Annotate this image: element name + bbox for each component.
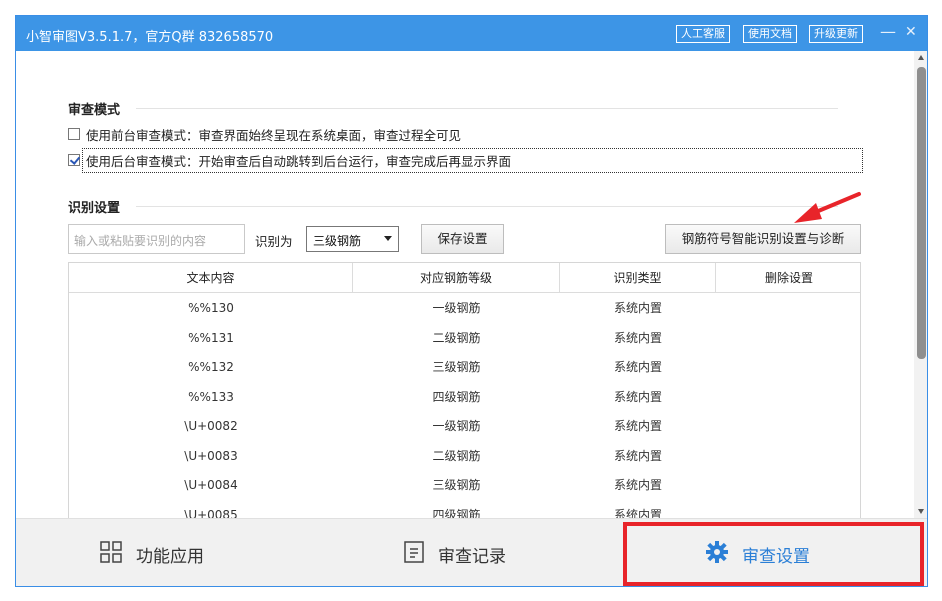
section-divider: [136, 206, 838, 207]
grade-cell: 一级钢筋: [432, 301, 481, 315]
column-header[interactable]: 识别类型: [560, 263, 716, 293]
grade-cell: 二级钢筋: [432, 448, 481, 463]
delete-cell[interactable]: [716, 353, 860, 383]
background-mode-option[interactable]: 使用后台审查模式：开始审查后自动跳转到后台运行，审查完成后再显示界面: [68, 150, 511, 170]
table-row[interactable]: %%132 三级钢筋 系统内置: [69, 353, 860, 383]
type-cell: 系统内置: [613, 478, 662, 492]
grade-cell: 四级钢筋: [432, 389, 481, 404]
background-mode-checkbox[interactable]: [68, 154, 80, 166]
vertical-scrollbar[interactable]: [914, 51, 927, 518]
grade-cell: 四级钢筋: [432, 507, 481, 519]
table-row[interactable]: \U+0084 三级钢筋 系统内置: [69, 471, 860, 501]
grade-cell: 一级钢筋: [432, 419, 481, 433]
scroll-thumb[interactable]: [917, 67, 926, 359]
scroll-down-icon[interactable]: [918, 509, 924, 514]
scroll-up-icon[interactable]: [918, 55, 924, 60]
settings-content: 审查模式 使用前台审查模式：审查界面始终呈现在系统桌面，审查过程全可见 使用后台…: [16, 51, 915, 518]
list-doc-icon: [404, 540, 424, 568]
table-row[interactable]: %%131 二级钢筋 系统内置: [69, 324, 860, 354]
rebar-grade-value: 三级钢筋: [313, 234, 362, 248]
table-row[interactable]: %%133 四级钢筋 系统内置: [69, 383, 860, 413]
type-cell: 系统内置: [613, 330, 662, 345]
minimize-icon[interactable]: —: [880, 23, 896, 41]
section-divider: [136, 108, 838, 109]
grid-icon: [100, 540, 122, 568]
nav-function-apps[interactable]: 功能应用: [100, 519, 204, 586]
foreground-mode-checkbox[interactable]: [68, 128, 80, 140]
table-row[interactable]: \U+0082 一级钢筋 系统内置: [69, 412, 860, 442]
text-cell: \U+0085: [184, 507, 238, 519]
close-icon[interactable]: ✕: [905, 23, 917, 41]
upgrade-button[interactable]: 升级更新: [809, 25, 863, 43]
bottom-nav: 功能应用 审查记录 审查设置: [16, 518, 927, 586]
delete-cell[interactable]: [716, 412, 860, 442]
save-settings-button[interactable]: 保存设置: [421, 224, 504, 254]
delete-cell[interactable]: [716, 442, 860, 472]
column-header[interactable]: 文本内容: [69, 263, 353, 293]
type-cell: 系统内置: [613, 419, 662, 433]
table-header: 文本内容 对应钢筋等级 识别类型 删除设置: [69, 263, 860, 293]
rebar-table: 文本内容 对应钢筋等级 识别类型 删除设置 %%130 一级钢筋 系统内置 %%…: [68, 262, 861, 518]
grade-cell: 三级钢筋: [432, 478, 481, 492]
app-window: 小智审图V3.5.1.7，官方Q群 832658570 人工客服 使用文档 升级…: [15, 15, 928, 587]
title-bar: 小智审图V3.5.1.7，官方Q群 832658570 人工客服 使用文档 升级…: [16, 16, 927, 51]
window-title: 小智审图V3.5.1.7，官方Q群 832658570: [26, 30, 274, 45]
rebar-grade-select[interactable]: 三级钢筋: [306, 226, 399, 252]
recognize-content-input[interactable]: 输入或粘贴要识别的内容: [68, 224, 245, 254]
delete-cell[interactable]: [716, 294, 860, 324]
text-cell: %%130: [188, 301, 234, 315]
delete-cell[interactable]: [716, 383, 860, 413]
type-cell: 系统内置: [613, 389, 662, 404]
recognize-as-label: 识别为: [255, 234, 293, 249]
delete-cell[interactable]: [716, 324, 860, 354]
customer-service-button[interactable]: 人工客服: [676, 25, 730, 43]
type-cell: 系统内置: [613, 301, 662, 315]
review-mode-title: 审查模式: [68, 103, 121, 118]
column-header[interactable]: 对应钢筋等级: [353, 263, 560, 293]
text-cell: \U+0082: [184, 419, 238, 433]
type-cell: 系统内置: [613, 448, 662, 463]
delete-cell[interactable]: [716, 471, 860, 501]
background-mode-label: 使用后台审查模式：开始审查后自动跳转到后台运行，审查完成后再显示界面: [86, 153, 512, 169]
delete-cell[interactable]: [716, 501, 860, 519]
text-cell: %%132: [188, 360, 234, 374]
nav-review-records[interactable]: 审查记录: [404, 519, 506, 586]
column-header[interactable]: 删除设置: [716, 263, 860, 293]
text-cell: %%131: [188, 330, 234, 345]
grade-cell: 二级钢筋: [432, 330, 481, 345]
table-row[interactable]: \U+0083 二级钢筋 系统内置: [69, 442, 860, 472]
rebar-diagnose-button[interactable]: 钢筋符号智能识别设置与诊断: [665, 224, 861, 254]
text-cell: \U+0084: [184, 478, 238, 492]
text-cell: \U+0083: [184, 448, 238, 463]
docs-button[interactable]: 使用文档: [743, 25, 797, 43]
type-cell: 系统内置: [613, 507, 662, 519]
foreground-mode-option[interactable]: 使用前台审查模式：审查界面始终呈现在系统桌面，审查过程全可见: [68, 124, 461, 144]
text-cell: %%133: [188, 389, 234, 404]
recognition-title: 识别设置: [68, 201, 121, 216]
table-row[interactable]: %%130 一级钢筋 系统内置: [69, 294, 860, 324]
highlight-box: [623, 522, 924, 586]
nav-label: 功能应用: [136, 546, 204, 567]
nav-label: 审查记录: [438, 546, 506, 567]
type-cell: 系统内置: [613, 360, 662, 374]
chevron-down-icon: [384, 236, 392, 241]
grade-cell: 三级钢筋: [432, 360, 481, 374]
table-row[interactable]: \U+0085 四级钢筋 系统内置: [69, 501, 860, 519]
foreground-mode-label: 使用前台审查模式：审查界面始终呈现在系统桌面，审查过程全可见: [86, 127, 462, 143]
